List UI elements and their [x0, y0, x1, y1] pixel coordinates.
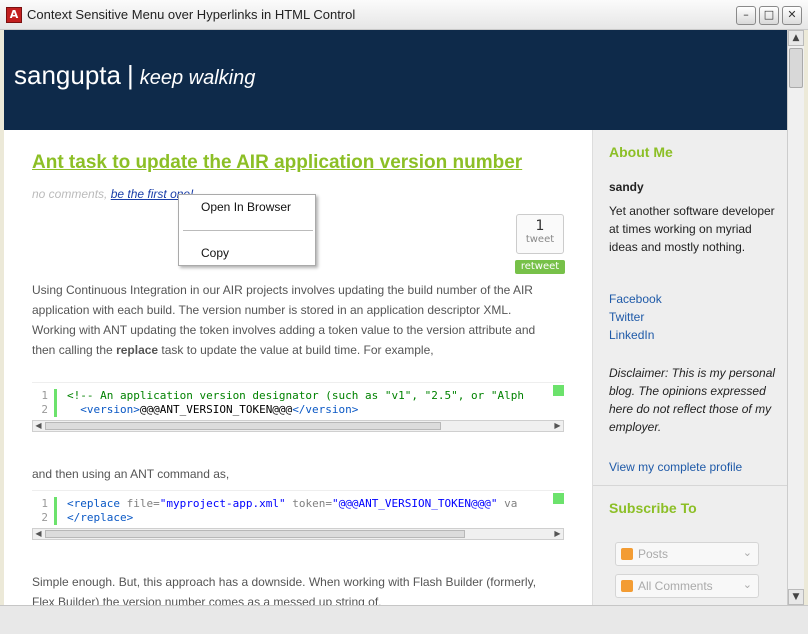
maximize-button[interactable]: □: [759, 6, 779, 25]
status-bar: [0, 605, 808, 634]
sidebar: About Me sandy Yet another software deve…: [592, 130, 787, 605]
blog-brand[interactable]: sangupta | keep walking: [14, 60, 255, 91]
close-button[interactable]: ✕: [782, 6, 802, 25]
tweet-count: 1: [535, 218, 545, 234]
code-attr: va: [504, 497, 518, 510]
line-number: 1: [41, 497, 48, 510]
window-title: Context Sensitive Menu over Hyperlinks i…: [27, 7, 356, 22]
comment-count: no comments,: [32, 187, 108, 201]
scroll-thumb[interactable]: [45, 530, 465, 538]
code-horizontal-scrollbar[interactable]: ◀ ▶: [32, 420, 564, 432]
gutter-bar: [54, 403, 57, 417]
blog-header: sangupta | keep walking: [4, 30, 787, 130]
code-line: 1 <!-- An application version designator …: [32, 389, 564, 403]
brand-separator: |: [126, 60, 134, 90]
subscribe-comments-label: All Comments: [638, 579, 713, 593]
code-tag: <version>: [80, 403, 140, 416]
chevron-down-icon: ⌄: [742, 579, 752, 591]
facebook-link[interactable]: Facebook: [609, 292, 662, 306]
tweet-counter[interactable]: 1 tweet: [516, 214, 564, 254]
code-text: @@@ANT_VERSION_TOKEN@@@: [139, 403, 293, 416]
code-attr: file=: [126, 497, 160, 510]
retweet-button[interactable]: retweet: [515, 260, 565, 274]
vertical-scroll-thumb[interactable]: [789, 48, 803, 88]
gutter-bar: [54, 389, 57, 403]
post-paragraph-1: Using Continuous Integration in our AIR …: [32, 280, 552, 360]
code-block-1: 1 <!-- An application version designator …: [32, 382, 564, 432]
scroll-left-icon[interactable]: ◀: [33, 421, 44, 431]
vertical-scrollbar[interactable]: ▲ ▼: [787, 30, 804, 605]
html-viewport: sangupta | keep walking Ant task to update…: [4, 30, 787, 605]
code-block-2: 1 <replace file="myproject-app.xml" token…: [32, 490, 564, 540]
scroll-thumb[interactable]: [45, 422, 441, 430]
air-app-icon: A: [6, 7, 22, 23]
scroll-up-icon[interactable]: ▲: [788, 30, 804, 46]
code-tag: </replace>: [67, 511, 134, 524]
view-profile-link[interactable]: View my complete profile: [609, 460, 742, 474]
author-bio: Yet another software developer at times …: [609, 204, 775, 254]
subscribe-comments-dropdown[interactable]: All Comments ⌄: [615, 574, 759, 598]
minimize-button[interactable]: –: [736, 6, 756, 25]
context-menu: Open In Browser Copy: [178, 194, 316, 266]
replace-keyword: replace: [116, 343, 159, 357]
gutter-bar: [54, 511, 57, 525]
twitter-link[interactable]: Twitter: [609, 310, 644, 324]
about-me-heading: About Me: [609, 144, 673, 160]
code-line: 2 <version>@@@ANT_VERSION_TOKEN@@@</vers…: [32, 403, 564, 417]
linkedin-link[interactable]: LinkedIn: [609, 328, 654, 342]
rss-feed-icon: [621, 548, 633, 560]
post-title-link[interactable]: Ant task to update the AIR application v…: [32, 152, 522, 174]
brand-tagline: keep walking: [139, 67, 256, 89]
menu-separator: [183, 230, 313, 231]
line-number: 2: [41, 403, 48, 416]
chevron-down-icon: ⌄: [742, 547, 752, 559]
code-string: "@@@ANT_VERSION_TOKEN@@@": [331, 497, 498, 510]
scroll-right-icon[interactable]: ▶: [552, 529, 563, 539]
subscribe-posts-label: Posts: [638, 547, 669, 561]
code-horizontal-scrollbar[interactable]: ◀ ▶: [32, 528, 564, 540]
line-number: 2: [41, 511, 48, 524]
sidebar-divider: [593, 485, 787, 486]
post-paragraph-3: Simple enough. But, this approach has a …: [32, 575, 537, 605]
code-tag: <replace: [67, 497, 120, 510]
code-comment: <!-- An application version designator (…: [67, 389, 524, 402]
scroll-left-icon[interactable]: ◀: [33, 529, 44, 539]
rss-feed-icon: [621, 580, 633, 592]
code-tag: </version>: [292, 403, 359, 416]
title-bar: A Context Sensitive Menu over Hyperlinks…: [0, 0, 808, 30]
post-paragraph-2: and then using an ANT command as,: [32, 467, 230, 481]
view-source-icon[interactable]: [553, 493, 564, 504]
code-attr: token=: [292, 497, 332, 510]
disclaimer: Disclaimer: This is my personal blog. Th…: [609, 366, 776, 434]
para-1-text-end: task to update the value at build time. …: [158, 343, 434, 357]
subscribe-heading: Subscribe To: [609, 500, 697, 516]
scroll-down-icon[interactable]: ▼: [788, 589, 804, 605]
code-line: 2 </replace>: [32, 511, 564, 525]
scroll-right-icon[interactable]: ▶: [552, 421, 563, 431]
brand-name: sangupta: [14, 60, 121, 90]
code-string: "myproject-app.xml": [159, 497, 286, 510]
author-name: sandy: [609, 180, 644, 194]
tweet-label: tweet: [525, 234, 555, 245]
subscribe-posts-dropdown[interactable]: Posts ⌄: [615, 542, 759, 566]
line-number: 1: [41, 389, 48, 402]
view-source-icon[interactable]: [553, 385, 564, 396]
gutter-bar: [54, 497, 57, 511]
copy-menu-item[interactable]: Copy: [201, 246, 229, 260]
code-line: 1 <replace file="myproject-app.xml" token…: [32, 497, 564, 511]
post-meta: no comments, be the first one!: [32, 187, 193, 201]
open-in-browser-menu-item[interactable]: Open In Browser: [201, 200, 291, 214]
